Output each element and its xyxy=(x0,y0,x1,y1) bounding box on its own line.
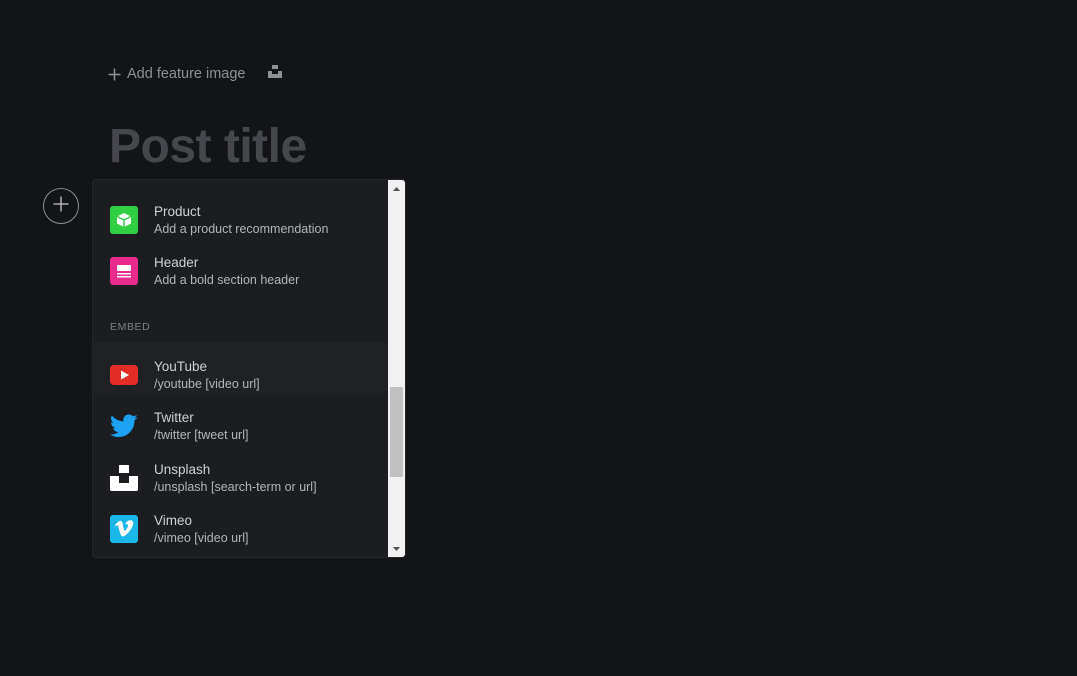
card-item-header[interactable]: Header Add a bold section header xyxy=(93,238,388,289)
plus-icon xyxy=(53,196,69,217)
unsplash-button[interactable] xyxy=(267,65,282,83)
vimeo-icon xyxy=(110,515,138,543)
card-menu: Product Add a product recommendation Hea… xyxy=(92,179,406,558)
card-item-title: Header xyxy=(154,255,199,270)
card-item-description: /youtube [video url] xyxy=(154,377,260,391)
unsplash-icon xyxy=(267,65,282,83)
card-menu-list: Product Add a product recommendation Hea… xyxy=(93,180,388,557)
card-item-product[interactable]: Product Add a product recommendation xyxy=(93,187,388,238)
scroll-up-arrow-icon[interactable] xyxy=(388,180,405,197)
card-item-description: /twitter [tweet url] xyxy=(154,428,249,442)
add-feature-image-label: Add feature image xyxy=(127,66,246,82)
youtube-icon xyxy=(110,361,138,389)
card-item-title: Twitter xyxy=(154,410,194,425)
add-feature-image-button[interactable]: Add feature image xyxy=(108,66,246,82)
card-item-title: YouTube xyxy=(154,359,208,374)
card-item-vimeo[interactable]: Vimeo /vimeo [video url] xyxy=(93,496,388,547)
plus-icon xyxy=(108,68,121,81)
card-item-description: /vimeo [video url] xyxy=(154,531,249,545)
card-item-description: /unsplash [search-term or url] xyxy=(154,480,317,494)
feature-image-row: Add feature image xyxy=(108,64,282,84)
scrollbar-thumb[interactable] xyxy=(390,387,403,477)
add-card-button[interactable] xyxy=(43,188,79,224)
scrollbar[interactable] xyxy=(388,180,405,557)
scroll-down-arrow-icon[interactable] xyxy=(388,540,405,557)
post-title-input[interactable]: Post title xyxy=(109,118,307,176)
card-item-title: Unsplash xyxy=(154,462,211,477)
embed-section-label: EMBED xyxy=(110,321,151,333)
product-icon xyxy=(110,206,138,234)
card-item-title: Vimeo xyxy=(154,513,193,528)
card-item-unsplash[interactable]: Unsplash /unsplash [search-term or url] xyxy=(93,445,388,496)
card-item-title: Product xyxy=(154,204,201,219)
card-item-youtube[interactable]: YouTube /youtube [video url] xyxy=(93,342,388,393)
unsplash-icon xyxy=(110,464,138,492)
card-item-description: Add a product recommendation xyxy=(154,222,329,236)
twitter-icon xyxy=(110,412,138,440)
card-item-description: Add a bold section header xyxy=(154,273,300,287)
header-icon xyxy=(110,257,138,285)
card-item-twitter[interactable]: Twitter /twitter [tweet url] xyxy=(93,393,388,444)
